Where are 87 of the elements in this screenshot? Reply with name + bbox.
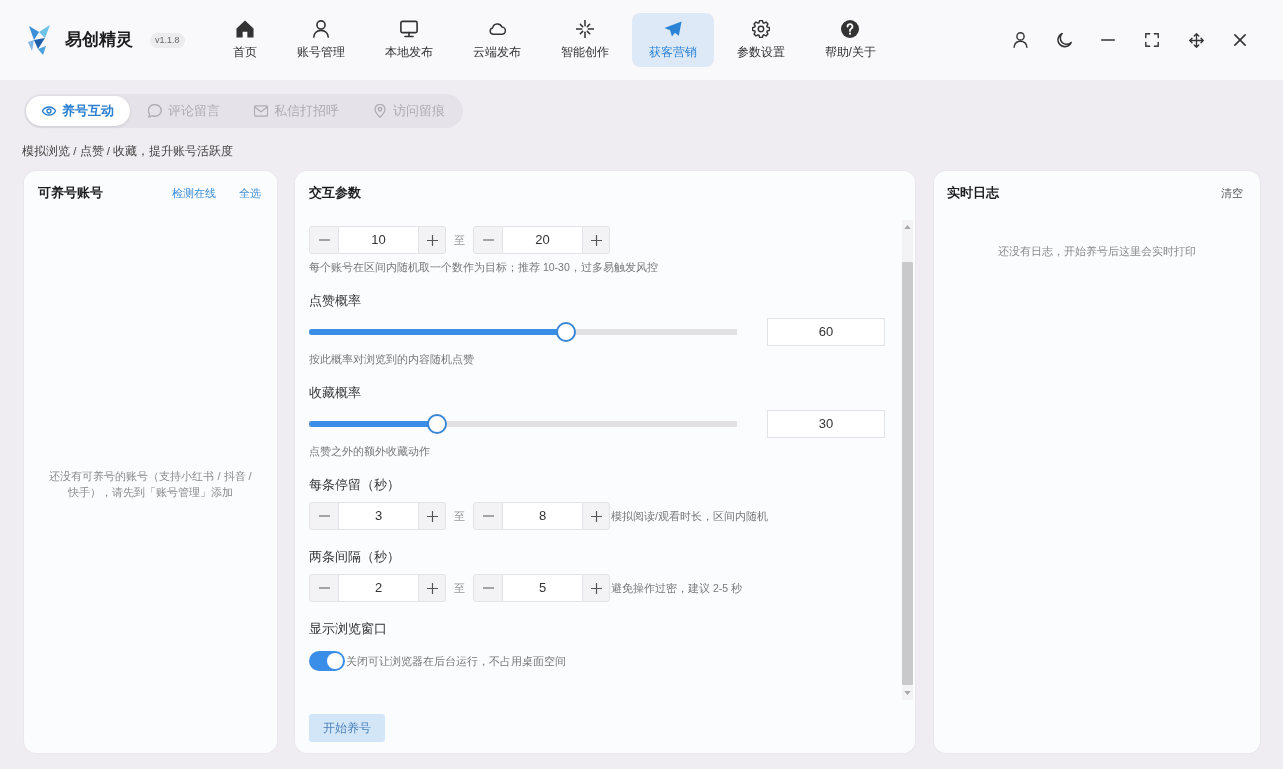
field-label: 显示浏览窗口 — [309, 621, 388, 638]
subtab[interactable]: 养号互动 — [26, 96, 130, 126]
number-field[interactable]: 8 — [503, 502, 582, 530]
increment-button[interactable] — [418, 226, 446, 254]
header-link[interactable]: 检测在线 — [172, 185, 216, 201]
panel-title: 可养号账号 — [38, 184, 103, 202]
increment-button[interactable] — [582, 574, 610, 602]
increment-button[interactable] — [418, 502, 446, 530]
plus-icon — [590, 234, 602, 246]
plus-icon — [590, 510, 602, 522]
sparkle-icon — [575, 20, 594, 38]
number-field[interactable]: 5 — [503, 574, 582, 602]
nav-tab[interactable]: 帮助/关于 — [807, 13, 893, 67]
minus-icon — [318, 239, 330, 241]
field-hint: 避免操作过密，建议 2-5 秒 — [611, 581, 742, 595]
scroll-up-icon[interactable] — [904, 225, 911, 229]
moon-icon[interactable] — [1056, 32, 1072, 48]
decrement-button[interactable] — [473, 574, 503, 602]
paper-plane-icon — [663, 20, 682, 38]
chat-bubble-icon — [148, 104, 162, 118]
number-field[interactable]: 3 — [339, 502, 418, 530]
plus-icon — [426, 234, 438, 246]
toggle-switch[interactable] — [309, 651, 345, 671]
field-label: 两条间隔（秒） — [309, 549, 401, 566]
increment-button[interactable] — [418, 574, 446, 602]
eye-icon — [42, 104, 56, 118]
clear-link[interactable]: 清空 — [1221, 185, 1243, 201]
field-hint: 模拟阅读/观看时长，区间内随机 — [611, 509, 768, 523]
decrement-button[interactable] — [309, 502, 339, 530]
envelope-icon — [254, 104, 268, 118]
nav-tab[interactable]: 首页 — [215, 13, 274, 67]
number-field[interactable]: 20 — [503, 226, 582, 254]
slider-thumb[interactable] — [555, 322, 576, 342]
decrement-button[interactable] — [473, 502, 503, 530]
app-name: 易创精灵 — [65, 29, 133, 51]
panel-title: 实时日志 — [947, 184, 999, 202]
decrement-button[interactable] — [473, 226, 503, 254]
number-field[interactable]: 10 — [339, 226, 418, 254]
empty-state-text: 还没有日志，开始养号后这里会实时打印 — [997, 244, 1197, 259]
slider-thumb[interactable] — [427, 414, 448, 434]
plus-icon — [590, 582, 602, 594]
minus-icon — [318, 515, 330, 517]
field-label: 收藏概率 — [309, 385, 362, 402]
header-link[interactable]: 全选 — [239, 185, 261, 201]
user-icon — [311, 20, 330, 38]
home-icon — [235, 20, 254, 38]
close-icon[interactable] — [1234, 34, 1246, 46]
field-hint: 关闭可让浏览器在后台运行，不占用桌面空间 — [346, 654, 566, 668]
monitor-icon — [399, 20, 418, 38]
settings-icon — [751, 20, 770, 38]
help-icon — [841, 20, 860, 38]
nav-tab[interactable]: 本地发布 — [367, 13, 450, 67]
page-subtitle: 模拟浏览 / 点赞 / 收藏，提升账号活跃度 — [22, 144, 235, 158]
increment-button[interactable] — [582, 502, 610, 530]
user-icon[interactable] — [1012, 32, 1028, 48]
panel-title: 交互参数 — [309, 184, 361, 202]
nav-tab[interactable]: 参数设置 — [719, 13, 802, 67]
minus-icon — [318, 587, 330, 589]
decrement-button[interactable] — [309, 574, 339, 602]
nav-tab[interactable]: 智能创作 — [543, 13, 626, 67]
nav-tab[interactable]: 账号管理 — [279, 13, 362, 67]
plus-icon — [426, 582, 438, 594]
number-field[interactable]: 30 — [767, 410, 885, 438]
range-separator: 至 — [454, 581, 465, 596]
plus-icon — [426, 510, 438, 522]
cloud-icon — [487, 20, 506, 38]
move-icon[interactable] — [1188, 32, 1204, 48]
field-label: 点赞概率 — [309, 293, 362, 310]
range-separator: 至 — [454, 509, 465, 524]
location-pin-icon — [373, 104, 387, 118]
range-separator: 至 — [454, 233, 465, 248]
minus-icon — [482, 587, 494, 589]
field-hint: 按此概率对浏览到的内容随机点赞 — [309, 352, 475, 366]
nav-tab[interactable]: 云端发布 — [455, 13, 538, 67]
empty-state-text: 还没有可养号的账号（支持小红书 / 抖音 / 快手），请先到「账号管理」添加 — [48, 469, 253, 500]
version-badge: v1.1.8 — [150, 32, 185, 48]
number-field[interactable]: 2 — [339, 574, 418, 602]
decrement-button[interactable] — [309, 226, 339, 254]
fullscreen-icon[interactable] — [1145, 33, 1159, 47]
number-field[interactable]: 60 — [767, 318, 885, 346]
field-hint: 点赞之外的额外收藏动作 — [309, 444, 431, 458]
field-hint: 每个账号在区间内随机取一个数作为目标；推荐 10-30，过多易触发风控 — [309, 260, 659, 274]
scroll-down-icon[interactable] — [904, 691, 911, 695]
field-label: 每条停留（秒） — [309, 477, 401, 494]
minus-icon — [482, 239, 494, 241]
increment-button[interactable] — [582, 226, 610, 254]
minus-icon — [482, 515, 494, 517]
